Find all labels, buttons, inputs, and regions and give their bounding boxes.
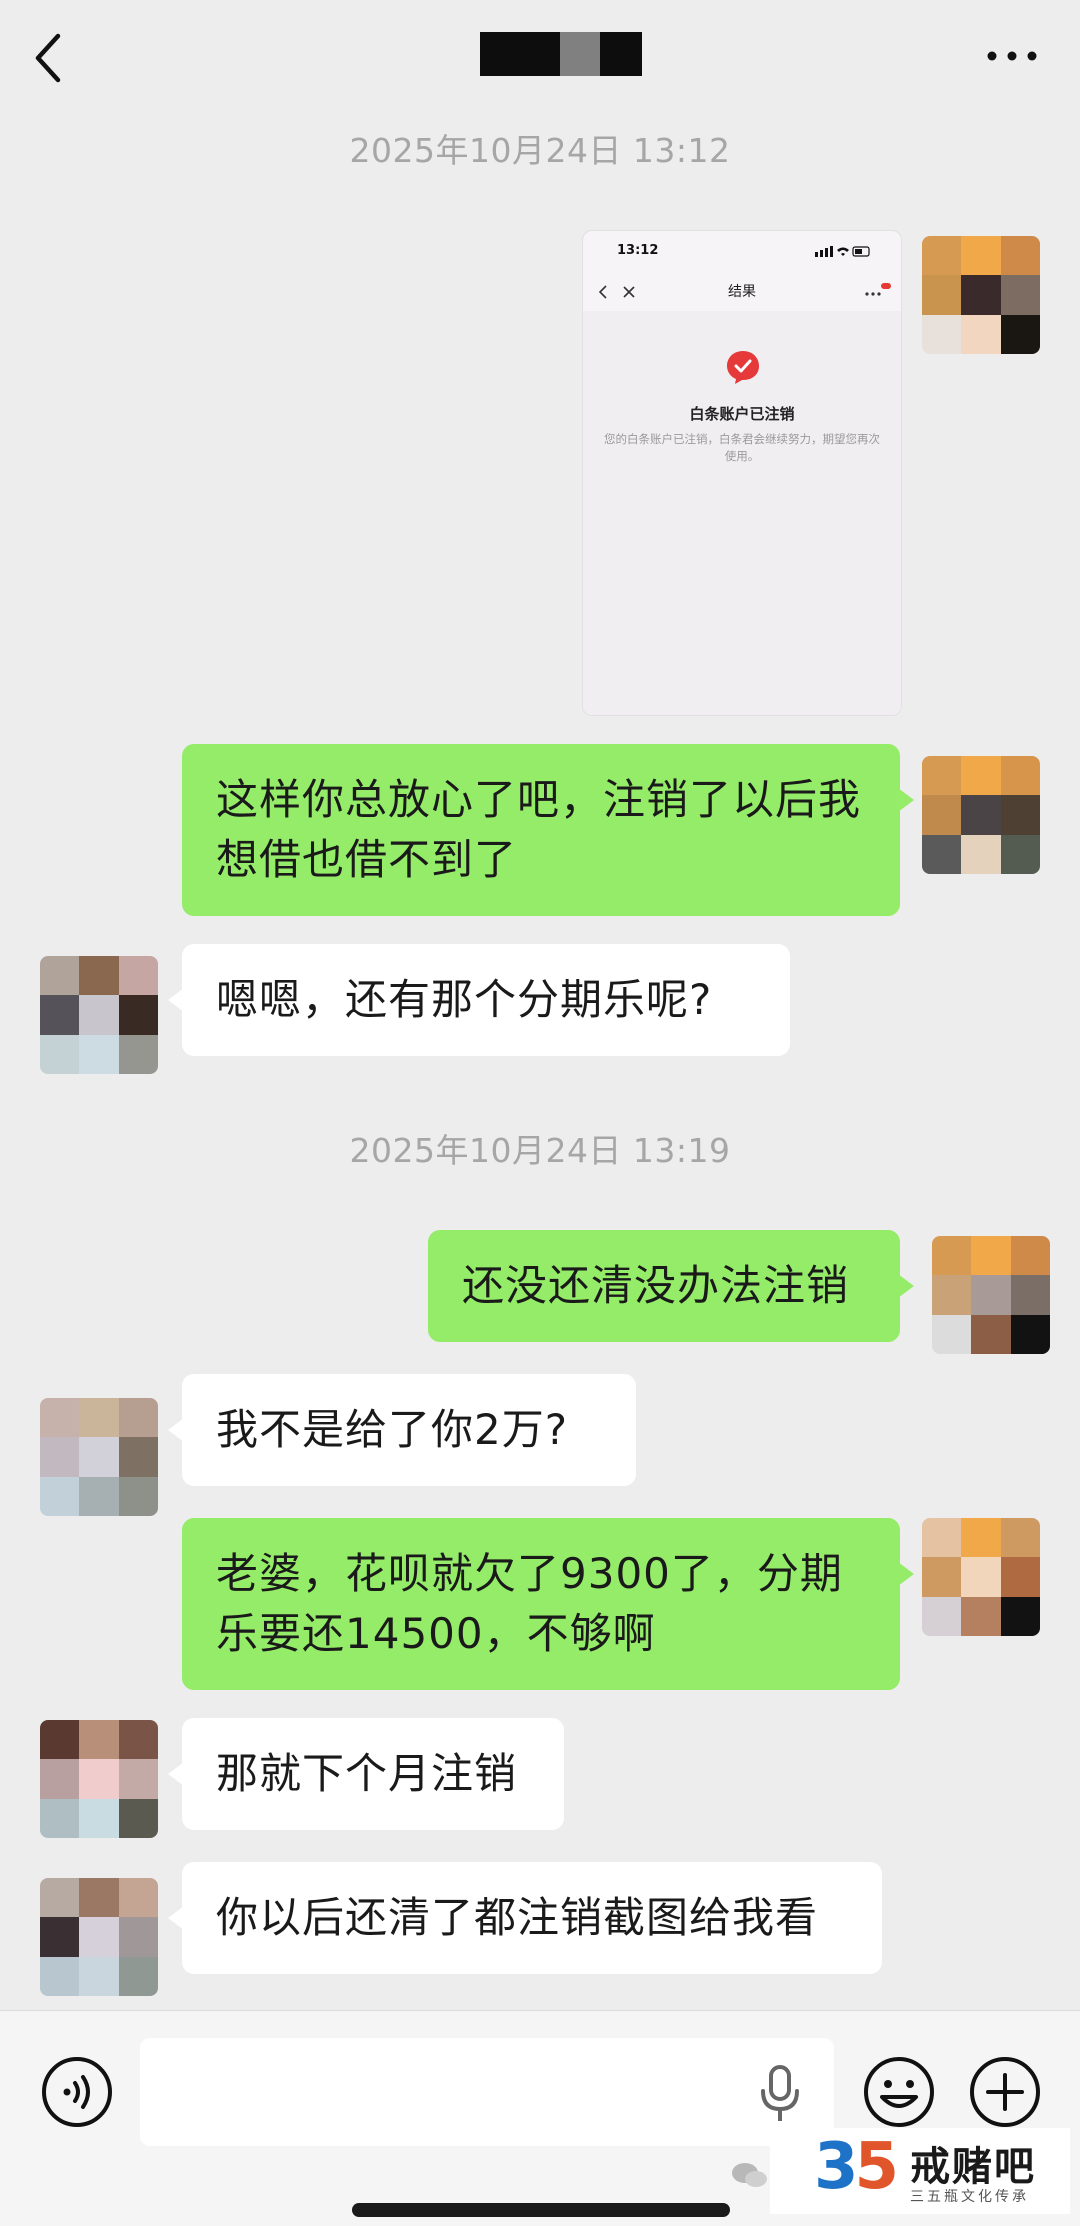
screenshot-result-title: 白条账户已注销 bbox=[689, 405, 795, 423]
screenshot-result-body: 白条账户已注销 您的白条账户已注销，白条君会继续努力，期望您再次使用。 bbox=[583, 311, 901, 715]
more-horizontal-icon[interactable] bbox=[982, 36, 1042, 76]
screenshot-page-title: 结果 bbox=[728, 284, 756, 300]
watermark-logo: 35 戒赌吧 三五瓶文化传承 bbox=[770, 2128, 1070, 2214]
success-check-icon bbox=[727, 351, 759, 384]
screenshot-status-bar: 13:12 bbox=[583, 231, 901, 267]
message-bubble-sent[interactable]: 老婆，花呗就欠了9300了，分期乐要还14500，不够啊 bbox=[182, 1518, 914, 1690]
my-avatar[interactable] bbox=[922, 1518, 1040, 1636]
message-input[interactable] bbox=[140, 2038, 834, 2146]
home-indicator bbox=[352, 2203, 730, 2217]
message-bubble-received[interactable]: 那就下个月注销 bbox=[168, 1718, 564, 1830]
message-bubble-sent[interactable]: 这样你总放心了吧，注销了以后我想借也借不到了 bbox=[182, 744, 914, 916]
contact-avatar[interactable] bbox=[40, 1878, 158, 1996]
screenshot-header: 结果 bbox=[583, 271, 901, 311]
contact-avatar[interactable] bbox=[40, 956, 158, 1074]
my-avatar[interactable] bbox=[932, 1236, 1050, 1354]
message-bubble-sent[interactable]: 还没还清没办法注销 bbox=[428, 1230, 914, 1342]
redacted-contact-name bbox=[480, 32, 642, 76]
my-avatar[interactable] bbox=[922, 756, 1040, 874]
signal-wifi-battery-icon bbox=[815, 246, 870, 257]
nav-bar bbox=[0, 0, 1080, 113]
screenshot-status-time: 13:12 bbox=[617, 243, 659, 258]
wechat-logo-icon bbox=[732, 2163, 767, 2187]
message-bubble-received[interactable]: 嗯嗯，还有那个分期乐呢? bbox=[168, 944, 790, 1056]
message-bubble-received[interactable]: 你以后还清了都注销截图给我看 bbox=[168, 1862, 882, 1974]
emoji-icon[interactable] bbox=[862, 2055, 936, 2129]
contact-avatar[interactable] bbox=[40, 1398, 158, 1516]
voice-icon[interactable] bbox=[40, 2055, 114, 2129]
microphone-icon[interactable] bbox=[756, 2063, 804, 2127]
more-dots-icon bbox=[865, 283, 891, 296]
screenshot-image-message[interactable]: 13:12 结果 白条账户已注销 您的白条账户已注销，白条君会继续努力，期望您再… bbox=[582, 230, 902, 716]
message-bubble-received[interactable]: 我不是给了你2万? bbox=[168, 1374, 636, 1486]
chevron-left-icon[interactable] bbox=[28, 28, 72, 88]
my-avatar[interactable] bbox=[922, 236, 1040, 354]
screenshot-result-desc: 您的白条账户已注销，白条君会继续努力，期望您再次使用。 bbox=[604, 432, 880, 463]
chat-timestamp: 2025年10月24日 13:19 bbox=[349, 1131, 731, 1170]
watermark-name: 戒赌吧 bbox=[910, 2144, 1036, 2190]
contact-avatar[interactable] bbox=[40, 1720, 158, 1838]
chat-timestamp: 2025年10月24日 13:12 bbox=[349, 131, 731, 170]
plus-icon[interactable] bbox=[968, 2055, 1042, 2129]
chat-screen: 2025年10月24日 13:12 13:12 结果 白条账户已注销 您的白条账… bbox=[0, 0, 1080, 2226]
watermark-subtitle: 三五瓶文化传承 bbox=[910, 2189, 1029, 2205]
watermark-number: 35 bbox=[814, 2130, 899, 2204]
